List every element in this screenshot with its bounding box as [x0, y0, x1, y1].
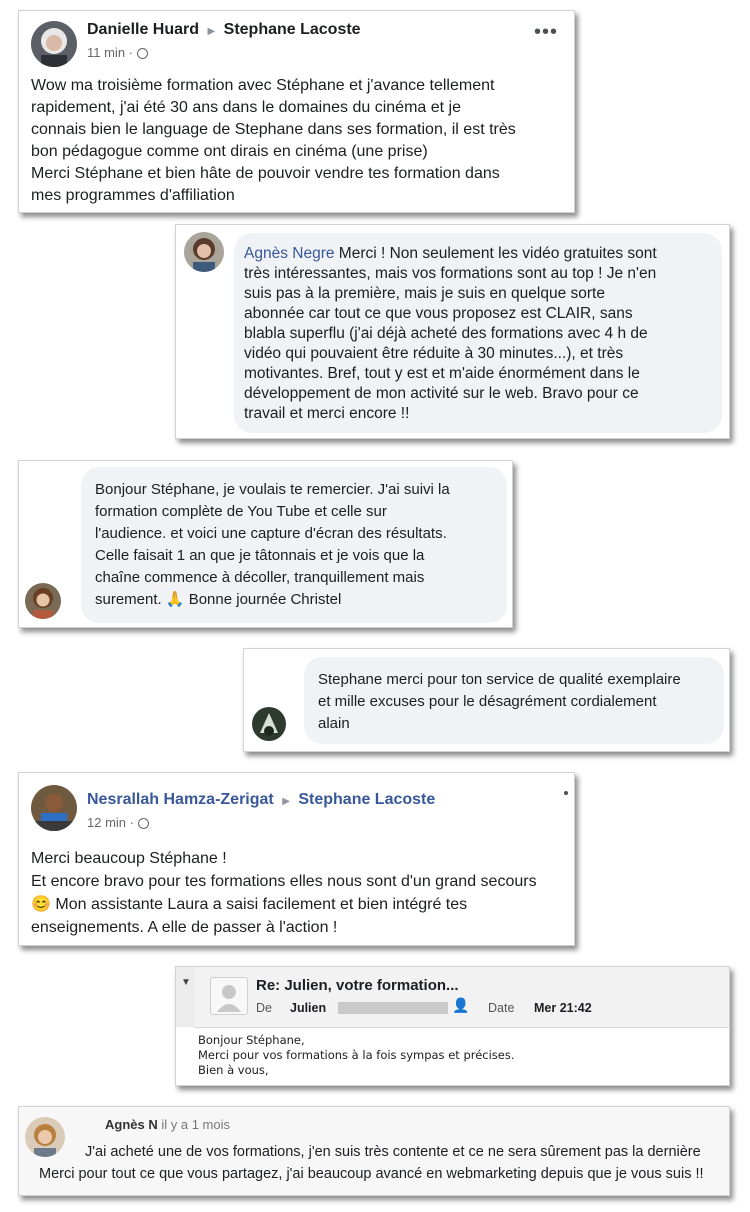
redacted-address [338, 1002, 448, 1014]
text-line: Celle faisait 1 an que je tâtonnais et j… [95, 547, 425, 564]
text-line: Et encore bravo pour tes formations elle… [31, 873, 537, 890]
text-line: Merci pour tout ce que vous partagez, j'… [39, 1166, 704, 1182]
collapse-toggle[interactable]: ▼ [176, 967, 195, 1027]
text-line: suis pas à la première, mais je suis en … [244, 285, 605, 302]
comment-bubble: Agnès Negre Merci ! Non seulement les vi… [234, 233, 722, 433]
text-line: Merci beaucoup Stéphane ! [31, 850, 227, 867]
text-line: Merci ! Non seulement les vidéo gratuite… [334, 245, 657, 262]
text-line: vidéo qui pouvaient être réduite à 30 mi… [244, 345, 624, 362]
email-subject: Re: Julien, votre formation... [256, 977, 459, 994]
text-line: mes programmes d'affiliation [31, 187, 235, 204]
avatar[interactable] [25, 583, 61, 619]
date-label: Date [488, 1001, 515, 1015]
text-line: bon pédagogue comme ont dirais en cinéma… [31, 143, 428, 160]
text-line: abonnée car tout ce que vous proposez es… [244, 305, 633, 322]
globe-icon [137, 818, 149, 829]
text-line: travail et merci encore !! [244, 405, 410, 422]
post-meta: 11 min · [87, 45, 148, 60]
avatar[interactable] [184, 232, 224, 272]
arrow-right-icon: ▶ [282, 796, 290, 807]
avatar[interactable] [31, 785, 77, 831]
post-meta: 12 min · [87, 815, 149, 830]
text-line: motivantes. Bref, tout y est et m'aide é… [244, 365, 640, 382]
triangle-down-icon: ▼ [181, 977, 191, 988]
email-message: ▼ Re: Julien, votre formation... De Juli… [175, 966, 730, 1086]
post-nesrallah: Nesrallah Hamza-Zerigat ▶ Stephane Lacos… [18, 772, 575, 946]
text-line: chaîne commence à décoller, tranquilleme… [95, 569, 425, 586]
target-name[interactable]: Stephane Lacoste [224, 21, 361, 38]
text-line: Bonjour Stéphane, [198, 1033, 305, 1047]
post-body: Wow ma troisième formation avec Stéphane… [31, 75, 571, 207]
text-line: Stephane merci pour ton service de quali… [318, 671, 681, 688]
text-line: surement. 🙏 Bonne journée Christel [95, 591, 342, 608]
timestamp[interactable]: 12 min [87, 815, 126, 830]
text-line: blabla superflu (j'ai déjà acheté des fo… [244, 325, 648, 342]
text-line: développement de mon activité sur le web… [244, 385, 639, 402]
review-time: il y a 1 mois [161, 1117, 230, 1132]
avatar[interactable] [25, 1117, 65, 1157]
avatar[interactable] [31, 21, 77, 67]
review-agnes-n: Agnès N il y a 1 mois J'ai acheté une de… [18, 1106, 730, 1196]
avatar[interactable] [252, 707, 286, 741]
post-danielle-huard: Danielle Huard ▶ Stephane Lacoste 11 min… [18, 10, 575, 213]
text-line: très intéressantes, mais vos formations … [244, 265, 657, 282]
comment-christel: Bonjour Stéphane, je voulais te remercie… [18, 460, 513, 628]
text-line: J'ai acheté une de vos formations, j'en … [85, 1144, 701, 1160]
author-name[interactable]: Nesrallah Hamza-Zerigat [87, 791, 274, 808]
from-label: De [256, 1001, 272, 1015]
comment-alain: Stephane merci pour ton service de quali… [243, 648, 730, 752]
from-name[interactable]: Julien [290, 1001, 326, 1015]
text-line: enseignements. A elle de passer à l'acti… [31, 919, 338, 936]
text-line: Merci Stéphane et bien hâte de pouvoir v… [31, 165, 500, 182]
comment-author[interactable]: Agnès Negre [244, 245, 334, 262]
comment-bubble: Stephane merci pour ton service de quali… [304, 657, 724, 744]
timestamp[interactable]: 11 min [87, 45, 125, 60]
text-line: Wow ma troisième formation avec Stéphane… [31, 77, 495, 94]
text-line: connais bien le language de Stephane dan… [31, 121, 516, 138]
date-value: Mer 21:42 [534, 1001, 592, 1015]
add-contact-icon[interactable]: 👤 [452, 997, 469, 1014]
text-line: 😊 Mon assistante Laura a saisi facilemen… [31, 896, 468, 913]
post-header: Danielle Huard ▶ Stephane Lacoste [87, 21, 361, 39]
text-line: et mille excuses pour le désagrément cor… [318, 693, 657, 710]
text-line: Bien à vous, [198, 1063, 269, 1077]
comment-bubble: Bonjour Stéphane, je voulais te remercie… [81, 467, 507, 623]
review-author[interactable]: Agnès N [105, 1117, 158, 1132]
text-line: formation complète de You Tube et celle … [95, 503, 387, 520]
arrow-right-icon: ▶ [207, 26, 216, 37]
author-name[interactable]: Danielle Huard [87, 21, 199, 38]
text-line: alain [318, 715, 350, 732]
post-header: Nesrallah Hamza-Zerigat ▶ Stephane Lacos… [87, 791, 435, 809]
text-line: Merci pour vos formations à la fois symp… [198, 1048, 515, 1062]
text-line: rapidement, j'ai été 30 ans dans le doma… [31, 99, 461, 116]
comment-agnes-negre: Agnès Negre Merci ! Non seulement les vi… [175, 224, 730, 439]
globe-icon [136, 48, 148, 59]
contact-avatar [210, 977, 248, 1015]
target-name[interactable]: Stephane Lacoste [298, 791, 435, 808]
post-body: Merci beaucoup Stéphane ! Et encore brav… [31, 847, 571, 939]
more-options-icon[interactable] [564, 791, 568, 795]
text-line: Bonjour Stéphane, je voulais te remercie… [95, 481, 450, 498]
email-body: Bonjour Stéphane, Merci pour vos formati… [198, 1033, 515, 1078]
review-header: Agnès N il y a 1 mois [105, 1117, 230, 1132]
more-options-icon[interactable]: ••• [534, 22, 558, 42]
text-line: l'audience. et voici une capture d'écran… [95, 525, 447, 542]
